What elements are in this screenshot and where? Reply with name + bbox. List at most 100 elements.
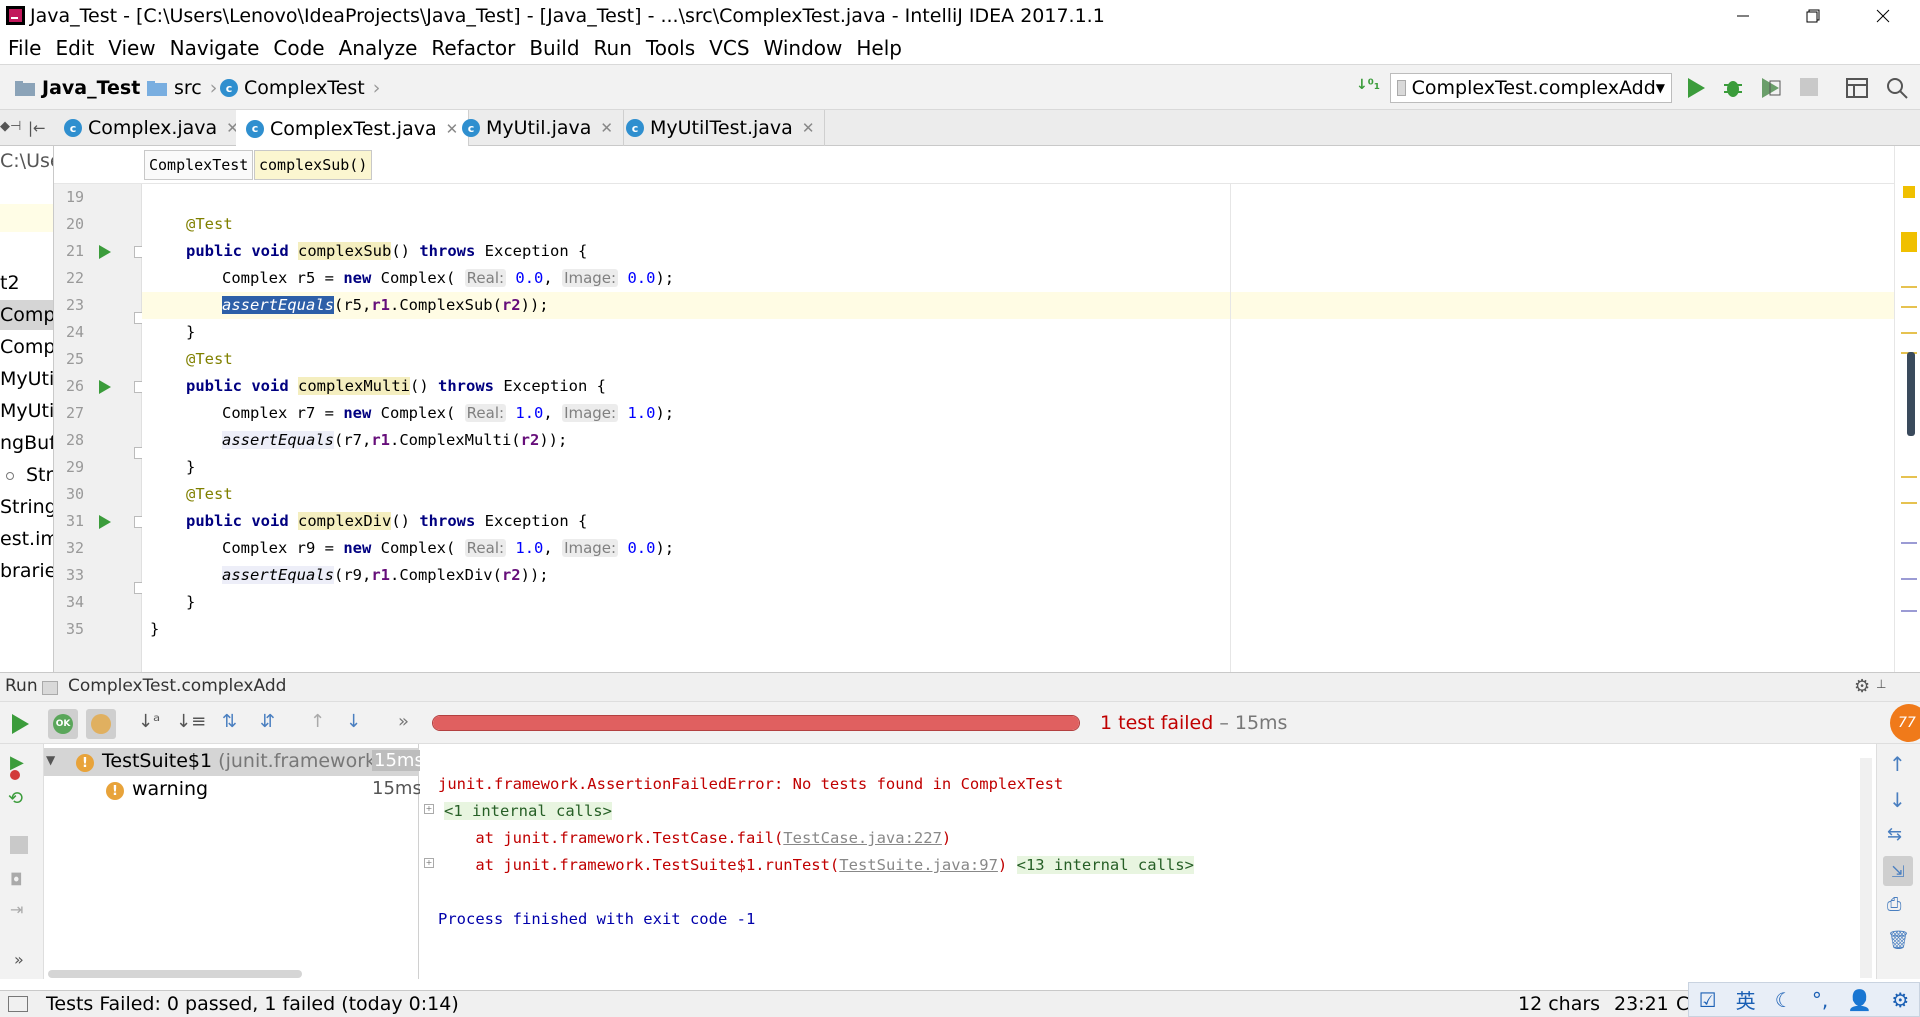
menu-analyze[interactable]: Analyze bbox=[332, 36, 425, 60]
menu-view[interactable]: View bbox=[101, 36, 162, 60]
sort-alphabetically-icon[interactable]: ↓ᵃ bbox=[138, 711, 160, 732]
restore-button[interactable] bbox=[1790, 0, 1836, 32]
breadcrumb-method[interactable]: complexSub() bbox=[254, 150, 373, 180]
scroll-thumb[interactable] bbox=[1907, 352, 1915, 436]
stack-frame-link[interactable]: TestSuite.java:97 bbox=[839, 856, 998, 874]
menu-vcs[interactable]: VCS bbox=[702, 36, 756, 60]
warning-marker[interactable] bbox=[1901, 232, 1917, 252]
caret-position[interactable]: 23:21 bbox=[1614, 993, 1669, 1015]
warning-marker[interactable] bbox=[1903, 186, 1915, 198]
menu-window[interactable]: Window bbox=[757, 36, 850, 60]
run-config-select[interactable]: ComplexTest.complexAdd ▼ bbox=[1390, 73, 1672, 103]
project-item[interactable]: ngBuf bbox=[0, 428, 53, 458]
project-item[interactable]: braries bbox=[0, 556, 53, 586]
menu-refactor[interactable]: Refactor bbox=[424, 36, 522, 60]
stop-icon[interactable] bbox=[1800, 78, 1818, 96]
up-arrow-icon[interactable]: ↑ bbox=[1889, 752, 1906, 776]
gear-icon[interactable]: ⚙ bbox=[1854, 676, 1870, 697]
internal-calls-fold[interactable]: <13 internal calls> bbox=[1016, 856, 1194, 874]
minimize-button[interactable] bbox=[1720, 0, 1766, 32]
run-test-icon[interactable] bbox=[98, 379, 112, 395]
panel-settings-icon[interactable]: ◆⊣ bbox=[0, 119, 21, 134]
clear-trash-icon[interactable]: 🗑 bbox=[1887, 930, 1910, 951]
exit-icon[interactable]: ⇥ bbox=[10, 900, 23, 919]
run-test-icon[interactable] bbox=[98, 244, 112, 260]
project-item[interactable]: MyUtil bbox=[0, 364, 53, 394]
more-icon[interactable]: » bbox=[14, 950, 24, 969]
menu-tools[interactable]: Tools bbox=[639, 36, 702, 60]
project-item[interactable]: t2 bbox=[0, 268, 20, 298]
project-item[interactable]: MyUtil bbox=[0, 396, 53, 426]
menu-edit[interactable]: Edit bbox=[48, 36, 101, 60]
close-window-button[interactable] bbox=[1860, 0, 1906, 32]
moon-icon[interactable]: ☾ bbox=[1775, 988, 1793, 1012]
punctuation-icon[interactable]: °, bbox=[1812, 988, 1828, 1012]
menu-help[interactable]: Help bbox=[849, 36, 909, 60]
soft-wrap-icon[interactable]: ⇆ bbox=[1887, 824, 1902, 845]
toggle-tool-windows-icon[interactable] bbox=[8, 996, 28, 1012]
breadcrumb-class[interactable]: ComplexTest bbox=[144, 150, 254, 180]
expand-all-icon[interactable]: ⇅ bbox=[222, 711, 237, 732]
close-icon[interactable]: ✕ bbox=[802, 119, 815, 137]
rerun-icon[interactable] bbox=[10, 713, 30, 735]
search-icon[interactable] bbox=[1886, 77, 1908, 99]
show-ignored-toggle[interactable] bbox=[86, 709, 116, 739]
camera-icon[interactable]: ◘ bbox=[10, 870, 23, 889]
previous-failed-icon[interactable]: ↑ bbox=[310, 711, 325, 732]
breadcrumb-project[interactable]: Java_Test › bbox=[14, 75, 156, 101]
user-icon[interactable]: 👤 bbox=[1847, 988, 1872, 1012]
run-icon[interactable] bbox=[1686, 77, 1706, 99]
status-message[interactable]: Tests Failed: 0 passed, 1 failed (today … bbox=[46, 993, 459, 1015]
expand-arrow-icon[interactable]: ▼ bbox=[46, 753, 55, 767]
stack-frame-link[interactable]: TestCase.java:227 bbox=[783, 829, 942, 847]
expand-icon[interactable]: + bbox=[424, 804, 434, 814]
tree-suite[interactable]: TestSuite$1 (junit.framework) bbox=[102, 750, 383, 772]
project-item[interactable]: est.iml bbox=[0, 524, 53, 554]
menu-navigate[interactable]: Navigate bbox=[163, 36, 267, 60]
menu-file[interactable]: File bbox=[0, 36, 48, 60]
run-config-name[interactable]: ComplexTest.complexAdd bbox=[68, 676, 286, 696]
project-item[interactable]: Stri bbox=[26, 460, 53, 490]
collapse-all-icon[interactable]: ⇵ bbox=[260, 711, 275, 732]
toggle-auto-test-icon[interactable]: ⟲ bbox=[8, 788, 23, 809]
print-icon[interactable]: ⎙ bbox=[1887, 894, 1901, 915]
tab-myutiltest-java[interactable]: c MyUtilTest.java ✕ bbox=[616, 110, 826, 146]
menu-run[interactable]: Run bbox=[587, 36, 639, 60]
tree-test[interactable]: warning bbox=[132, 778, 208, 800]
code-editor[interactable]: @Test public void complexSub() throws Ex… bbox=[142, 184, 1894, 672]
vertical-scrollbar[interactable] bbox=[1860, 758, 1872, 978]
internal-calls-fold[interactable]: <1 internal calls> bbox=[444, 802, 612, 820]
sort-by-duration-icon[interactable]: ↓≡ bbox=[176, 711, 206, 732]
project-item[interactable]: Compl bbox=[0, 332, 53, 362]
stop-icon[interactable] bbox=[10, 836, 28, 854]
debug-icon[interactable] bbox=[1722, 77, 1744, 99]
tab-complex-java[interactable]: c Complex.java ✕ bbox=[54, 110, 250, 146]
console-output[interactable]: junit.framework.AssertionFailedError: No… bbox=[420, 744, 1876, 979]
ime-language[interactable]: 英 bbox=[1736, 985, 1756, 1014]
breadcrumb-folder[interactable]: src › bbox=[146, 75, 217, 101]
project-item[interactable]: Compl bbox=[0, 300, 53, 330]
tab-myutil-java[interactable]: c MyUtil.java ✕ bbox=[452, 110, 624, 146]
gear-icon[interactable]: ⚙ bbox=[1891, 988, 1909, 1012]
collapse-panel-icon[interactable]: |← bbox=[28, 119, 46, 137]
expand-icon[interactable]: + bbox=[424, 858, 434, 868]
project-structure-icon[interactable] bbox=[1846, 77, 1868, 99]
breadcrumb-file[interactable]: c ComplexTest › bbox=[220, 75, 380, 101]
project-item[interactable]: StringE bbox=[0, 492, 53, 522]
more-icon[interactable]: » bbox=[398, 711, 409, 732]
minimize-panel-icon[interactable]: ⊥ bbox=[1876, 677, 1886, 691]
notification-badge[interactable]: 77 bbox=[1890, 704, 1920, 742]
tab-complextest-java[interactable]: c ComplexTest.java ✕ bbox=[236, 110, 470, 147]
coverage-icon[interactable] bbox=[1760, 77, 1782, 99]
scroll-to-end-icon[interactable]: ⇲ bbox=[1883, 856, 1913, 886]
down-arrow-icon[interactable]: ↓ bbox=[1889, 788, 1906, 812]
horizontal-scrollbar[interactable] bbox=[48, 970, 302, 978]
show-passed-toggle[interactable]: OK bbox=[48, 709, 78, 739]
close-icon[interactable]: ✕ bbox=[600, 119, 613, 137]
next-failed-icon[interactable]: ↓ bbox=[346, 711, 361, 732]
ime-toggle-icon[interactable]: ☑ bbox=[1699, 988, 1717, 1012]
sort-icon[interactable]: ↓⁰₁ bbox=[1356, 77, 1380, 93]
run-test-icon[interactable] bbox=[98, 514, 112, 530]
menu-build[interactable]: Build bbox=[522, 36, 586, 60]
menu-code[interactable]: Code bbox=[266, 36, 331, 60]
